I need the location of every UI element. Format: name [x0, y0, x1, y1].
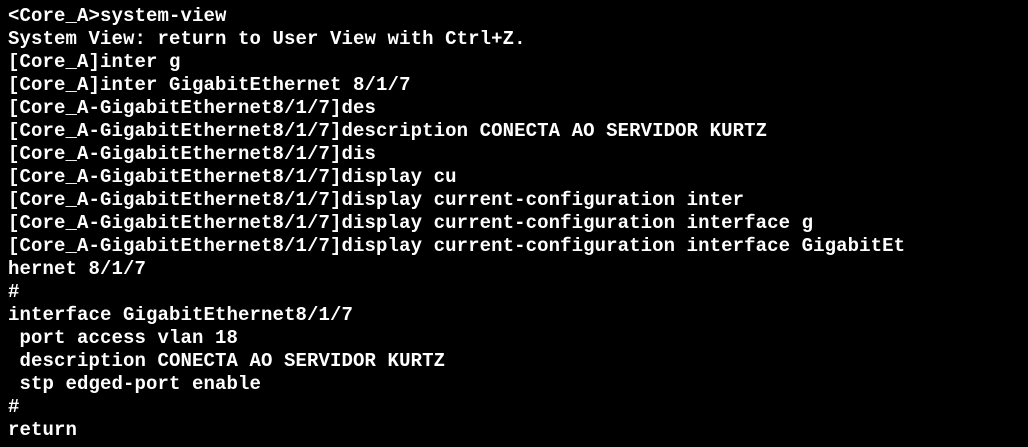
terminal-line: [Core_A-GigabitEthernet8/1/7]dis: [8, 143, 377, 165]
terminal-line: [Core_A-GigabitEthernet8/1/7]display cu: [8, 166, 457, 188]
terminal-line: port access vlan 18: [8, 327, 239, 349]
terminal-line: [Core_A-GigabitEthernet8/1/7]display cur…: [8, 212, 814, 234]
terminal-line: #: [8, 396, 20, 418]
terminal-line: [Core_A]inter g: [8, 51, 181, 73]
terminal-line: [Core_A-GigabitEthernet8/1/7]des: [8, 97, 377, 119]
terminal-window[interactable]: <Core_A>system-view System View: return …: [0, 0, 1028, 447]
terminal-line: interface GigabitEthernet8/1/7: [8, 304, 354, 326]
terminal-line: [Core_A-GigabitEthernet8/1/7]display cur…: [8, 235, 906, 257]
terminal-line: stp edged-port enable: [8, 373, 262, 395]
terminal-line: [Core_A-GigabitEthernet8/1/7]display cur…: [8, 189, 745, 211]
terminal-line: return: [8, 419, 78, 441]
terminal-line: hernet 8/1/7: [8, 258, 147, 280]
terminal-line: System View: return to User View with Ct…: [8, 28, 526, 50]
terminal-line: [Core_A]inter GigabitEthernet 8/1/7: [8, 74, 411, 96]
terminal-line: #: [8, 281, 20, 303]
terminal-line: description CONECTA AO SERVIDOR KURTZ: [8, 350, 446, 372]
terminal-line: [Core_A-GigabitEthernet8/1/7]description…: [8, 120, 768, 142]
terminal-line: <Core_A>system-view: [8, 5, 227, 27]
